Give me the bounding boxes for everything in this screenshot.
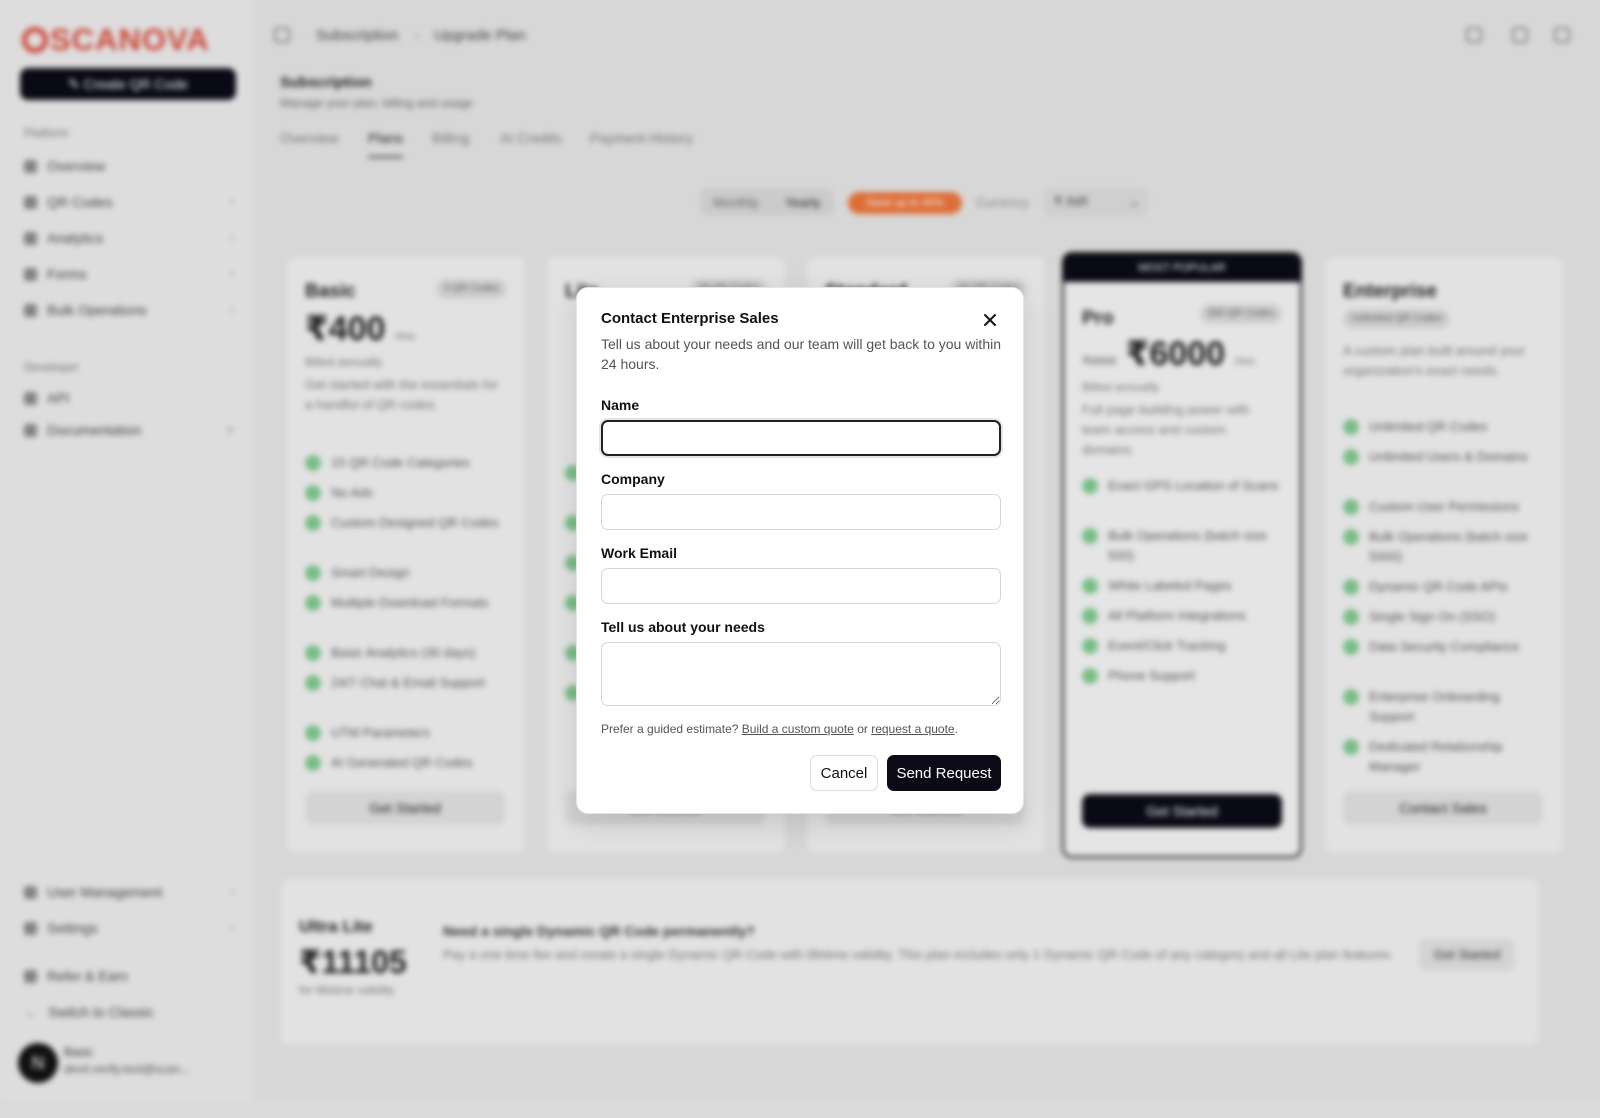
or-text: or: [857, 722, 868, 736]
work-email-input[interactable]: [601, 568, 1001, 604]
needs-textarea[interactable]: [601, 642, 1001, 706]
build-custom-quote-link[interactable]: Build a custom quote: [742, 722, 854, 736]
request-quote-link[interactable]: request a quote: [871, 722, 954, 736]
guided-estimate-text: Prefer a guided estimate? Build a custom…: [601, 722, 958, 736]
dialog-title: Contact Enterprise Sales: [601, 310, 779, 327]
work-email-label: Work Email: [601, 545, 677, 561]
needs-label: Tell us about your needs: [601, 619, 765, 635]
period-text: .: [954, 722, 958, 736]
company-label: Company: [601, 471, 665, 487]
company-input[interactable]: [601, 494, 1001, 530]
cancel-button[interactable]: Cancel: [810, 755, 878, 791]
contact-sales-dialog: Contact Enterprise Sales Tell us about y…: [576, 287, 1024, 814]
send-request-button[interactable]: Send Request: [887, 755, 1001, 791]
guided-prefix: Prefer a guided estimate?: [601, 722, 739, 736]
name-label: Name: [601, 397, 640, 413]
name-input[interactable]: [601, 420, 1001, 456]
close-icon[interactable]: [981, 311, 999, 329]
dialog-description: Tell us about your needs and our team wi…: [601, 336, 1002, 372]
